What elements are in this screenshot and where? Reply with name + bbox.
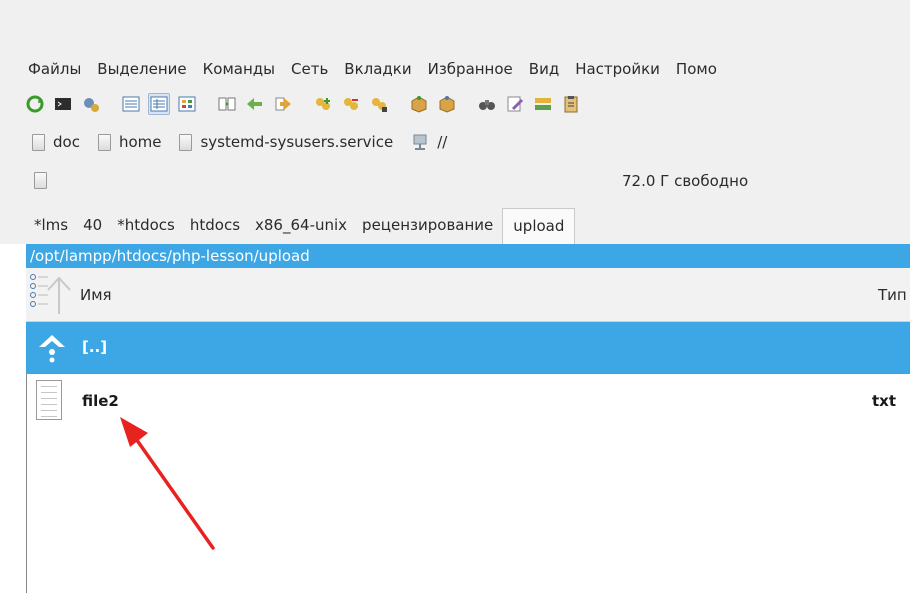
drive-label: // [437, 133, 448, 151]
file-name: file2 [82, 392, 119, 410]
drive-label: home [118, 133, 162, 151]
column-name[interactable]: Имя [80, 286, 112, 304]
rename-icon[interactable] [504, 93, 526, 115]
tab-review[interactable]: рецензирование [356, 216, 499, 244]
drive-button[interactable]: home [97, 133, 162, 151]
drive-button[interactable]: // [411, 133, 447, 151]
pack-icon[interactable] [312, 93, 334, 115]
disk-icon [97, 133, 111, 151]
sync-dirs-icon[interactable] [532, 93, 554, 115]
menu-bar: Файлы Выделение Команды Сеть Вкладки Изб… [0, 52, 910, 86]
free-space-bar [0, 162, 910, 198]
file-extension: txt [872, 392, 897, 410]
full-view-icon[interactable] [148, 93, 170, 115]
menu-network[interactable]: Сеть [285, 60, 334, 78]
test-archive-icon[interactable] [368, 93, 390, 115]
back-icon[interactable] [244, 93, 266, 115]
menu-favorites[interactable]: Избранное [422, 60, 519, 78]
package-extract-icon[interactable] [436, 93, 458, 115]
drive-label: systemd-sysusers.service [200, 133, 394, 151]
tab-40[interactable]: 40 [77, 216, 108, 244]
unpack-icon[interactable] [340, 93, 362, 115]
menu-files[interactable]: Файлы [0, 60, 87, 78]
tab-lms[interactable]: *lms [28, 216, 74, 244]
window-titlebar [0, 0, 910, 52]
disk-icon [32, 133, 45, 151]
terminal-icon[interactable] [52, 93, 74, 115]
menu-selection[interactable]: Выделение [91, 60, 192, 78]
menu-view[interactable]: Вид [523, 60, 565, 78]
free-space-text: 72.0 Г свободно [622, 172, 749, 190]
menu-tabs[interactable]: Вкладки [338, 60, 417, 78]
column-type[interactable]: Тип [878, 286, 907, 304]
toolbar [0, 86, 910, 122]
current-path[interactable]: /opt/lampp/htdocs/php-lesson/upload [26, 244, 910, 268]
network-icon [411, 133, 429, 151]
package-icon[interactable] [408, 93, 430, 115]
parent-directory-label: [..] [82, 338, 108, 356]
clipboard-icon[interactable] [560, 93, 582, 115]
thumbnail-view-icon[interactable] [176, 93, 198, 115]
disk-icon [179, 133, 193, 151]
tab-upload[interactable]: upload [502, 208, 576, 245]
compare-icon[interactable] [216, 93, 238, 115]
file-row[interactable]: file2 txt [26, 374, 910, 426]
drive-bar: doc home systemd-sysusers.service // [0, 122, 910, 162]
folder-tabs: *lms 40 *htdocs htdocs x86_64-unix рецен… [0, 198, 910, 245]
current-drive-icon[interactable] [34, 172, 47, 189]
gears-icon[interactable] [80, 93, 102, 115]
menu-help[interactable]: Помо [670, 60, 723, 78]
up-arrow-icon[interactable] [28, 272, 74, 320]
tab-htdocs[interactable]: htdocs [184, 216, 246, 244]
forward-icon[interactable] [272, 93, 294, 115]
drive-button[interactable]: systemd-sysusers.service [179, 133, 393, 151]
menu-commands[interactable]: Команды [197, 60, 281, 78]
parent-directory-row[interactable]: [..] [26, 322, 910, 374]
drive-label: doc [53, 133, 80, 151]
menu-settings[interactable]: Настройки [569, 60, 666, 78]
search-binoculars-icon[interactable] [476, 93, 498, 115]
drive-button[interactable]: doc [32, 133, 80, 151]
column-header: Имя Тип [26, 268, 910, 322]
parent-directory-icon [36, 332, 68, 368]
brief-view-icon[interactable] [120, 93, 142, 115]
tab-htdocs-modified[interactable]: *htdocs [111, 216, 181, 244]
tab-x86-64-unix[interactable]: x86_64-unix [249, 216, 353, 244]
refresh-icon[interactable] [24, 93, 46, 115]
text-file-icon [36, 380, 62, 420]
